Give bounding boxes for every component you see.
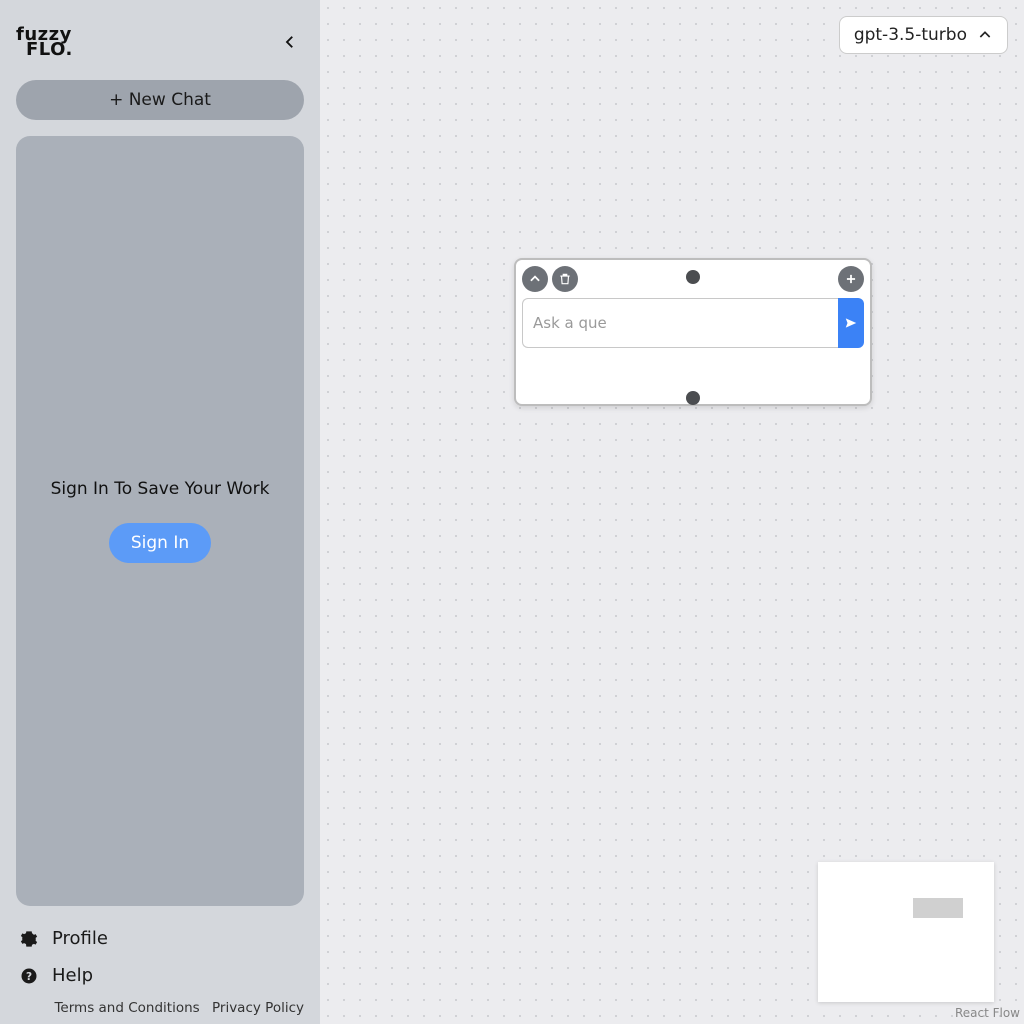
- canvas-attribution: React Flow: [955, 1006, 1020, 1020]
- minimap[interactable]: [818, 862, 994, 1002]
- new-chat-button[interactable]: + New Chat: [16, 80, 304, 120]
- chevron-left-icon: [281, 33, 299, 51]
- chevron-up-icon: [528, 272, 542, 286]
- node-output-port[interactable]: [686, 391, 700, 405]
- model-name: gpt-3.5-turbo: [854, 25, 967, 45]
- add-node-button[interactable]: [838, 266, 864, 292]
- chat-node[interactable]: [514, 258, 872, 406]
- help-icon: ?: [20, 967, 38, 985]
- collapse-sidebar-button[interactable]: [276, 28, 304, 56]
- sign-in-message: Sign In To Save Your Work: [51, 479, 270, 499]
- node-input-port[interactable]: [686, 270, 700, 284]
- collapse-node-button[interactable]: [522, 266, 548, 292]
- trash-icon: [558, 272, 572, 286]
- help-link[interactable]: ? Help: [16, 957, 304, 994]
- chevron-up-icon: [977, 27, 993, 43]
- terms-link[interactable]: Terms and Conditions: [54, 1000, 199, 1016]
- plus-icon: [844, 272, 858, 286]
- node-input-row: [522, 298, 864, 348]
- sign-in-button[interactable]: Sign In: [109, 523, 211, 563]
- svg-text:?: ?: [26, 970, 32, 982]
- send-button[interactable]: [838, 298, 864, 348]
- privacy-link[interactable]: Privacy Policy: [212, 1000, 304, 1016]
- profile-link[interactable]: Profile: [16, 920, 304, 957]
- logo: fuzzy FLO.: [16, 27, 73, 58]
- sidebar-footer: Profile ? Help Terms and Conditions Priv…: [16, 920, 304, 1016]
- model-selector[interactable]: gpt-3.5-turbo: [839, 16, 1008, 54]
- sidebar-header: fuzzy FLO.: [16, 12, 304, 72]
- sidebar-panel: Sign In To Save Your Work Sign In: [16, 136, 304, 906]
- delete-node-button[interactable]: [552, 266, 578, 292]
- sidebar: fuzzy FLO. + New Chat Sign In To Save Yo…: [0, 0, 320, 1024]
- profile-label: Profile: [52, 928, 108, 949]
- canvas[interactable]: gpt-3.5-turbo React Flow: [320, 0, 1024, 1024]
- send-icon: [844, 316, 858, 330]
- help-label: Help: [52, 965, 93, 986]
- logo-line2: FLO.: [26, 42, 73, 57]
- question-input[interactable]: [522, 298, 838, 348]
- legal-links: Terms and Conditions Privacy Policy: [16, 994, 304, 1016]
- minimap-node: [913, 898, 963, 918]
- gear-icon: [20, 930, 38, 948]
